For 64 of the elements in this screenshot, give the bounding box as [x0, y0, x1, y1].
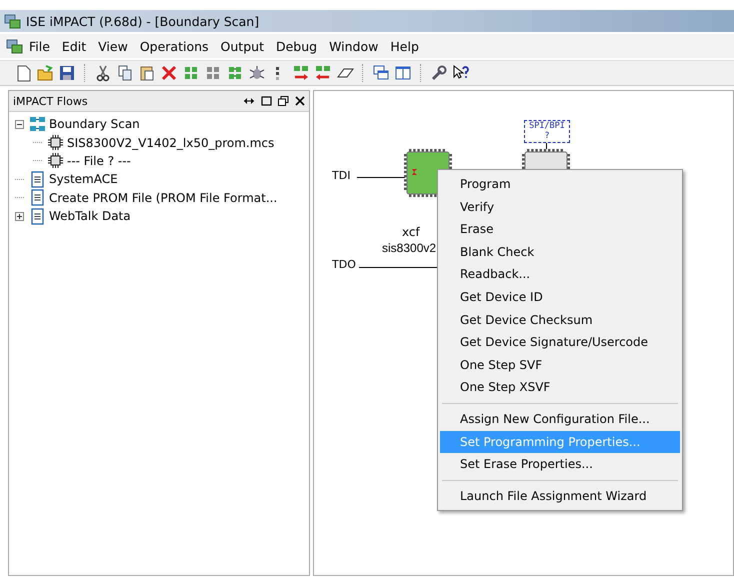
document-icon — [29, 208, 46, 225]
tree-item[interactable]: WebTalk Data — [49, 209, 131, 224]
menu-item[interactable]: Debug — [270, 38, 324, 54]
save-icon[interactable] — [58, 64, 76, 82]
menu-item[interactable]: One Step XSVF — [440, 376, 680, 399]
panel-title: iMPACT Flows — [13, 94, 88, 108]
menu-item[interactable]: Edit — [56, 38, 92, 54]
chip-icon — [47, 152, 64, 170]
document-icon — [29, 170, 46, 188]
bug-icon[interactable] — [248, 64, 266, 82]
app-icon — [4, 13, 21, 29]
menu-item[interactable]: Erase — [440, 218, 680, 241]
tree-item[interactable]: Boundary Scan — [49, 117, 140, 132]
scissors-icon[interactable] — [94, 64, 112, 82]
collapse-icon[interactable] — [15, 120, 24, 129]
wire — [357, 177, 405, 178]
delete-icon[interactable] — [160, 64, 178, 82]
window-title: ISE iMPACT (P.68d) - [Boundary Scan] — [26, 14, 260, 28]
menu-item[interactable]: Program — [440, 173, 680, 196]
tree-item[interactable]: SIS8300V2_V1402_lx50_prom.mcs — [67, 136, 274, 150]
menu-item[interactable]: File — [23, 38, 56, 54]
copy-icon[interactable] — [116, 64, 134, 82]
maximize-icon[interactable] — [261, 96, 272, 106]
document-icon — [29, 189, 46, 206]
tree-item[interactable]: SystemACE — [49, 172, 118, 186]
menu-item[interactable]: Readback... — [440, 263, 680, 286]
device-file: sis8300v2 — [382, 241, 436, 255]
wrench-icon[interactable] — [430, 64, 448, 82]
port-label: TDO — [332, 258, 356, 271]
menu-item[interactable]: Window — [323, 38, 384, 54]
grid-icon[interactable] — [204, 64, 222, 82]
tree-item[interactable]: Create PROM File (PROM File Format... — [49, 190, 278, 205]
menu-item[interactable]: Set Erase Properties... — [440, 453, 680, 476]
device-name: xcf — [402, 225, 420, 239]
menu-item[interactable]: Help — [384, 38, 425, 54]
menu-item[interactable]: Blank Check — [440, 240, 680, 264]
paste-icon[interactable] — [138, 64, 156, 82]
menu-item[interactable]: One Step SVF — [440, 354, 680, 376]
menu-item[interactable]: Assign New Configuration File... — [440, 408, 680, 431]
menu-item[interactable]: Launch File Assignment Wizard — [440, 484, 680, 508]
restore-icon[interactable] — [278, 96, 289, 106]
grid-icon[interactable] — [182, 64, 200, 82]
menu-item[interactable]: Get Device ID — [440, 286, 680, 309]
close-icon[interactable] — [295, 96, 305, 106]
tree-item[interactable]: --- File ? --- — [67, 154, 131, 168]
menu-item[interactable]: View — [92, 38, 134, 54]
port-label: TDI — [332, 169, 350, 182]
chain-arrow-icon[interactable] — [314, 64, 332, 82]
menu-item[interactable]: Verify — [440, 196, 680, 218]
tag-label: SPI/BPI — [529, 122, 565, 132]
chip-icon — [47, 134, 64, 152]
resize-icon[interactable] — [243, 96, 255, 106]
app-icon[interactable] — [6, 38, 23, 54]
menu-item[interactable]: Output — [214, 38, 270, 54]
cascade-windows-icon[interactable] — [372, 64, 390, 82]
expand-icon[interactable] — [15, 212, 24, 221]
chain-arrow-icon[interactable] — [292, 64, 310, 82]
chain-icon — [29, 116, 46, 133]
menu-item[interactable]: Operations — [134, 38, 215, 54]
menu-item[interactable]: Get Device Signature/Usercode — [440, 331, 680, 354]
open-folder-icon[interactable] — [36, 64, 54, 82]
menu-item[interactable]: Get Device Checksum — [440, 308, 680, 332]
tile-windows-icon[interactable] — [394, 64, 412, 82]
tag-note: ? — [544, 132, 550, 141]
